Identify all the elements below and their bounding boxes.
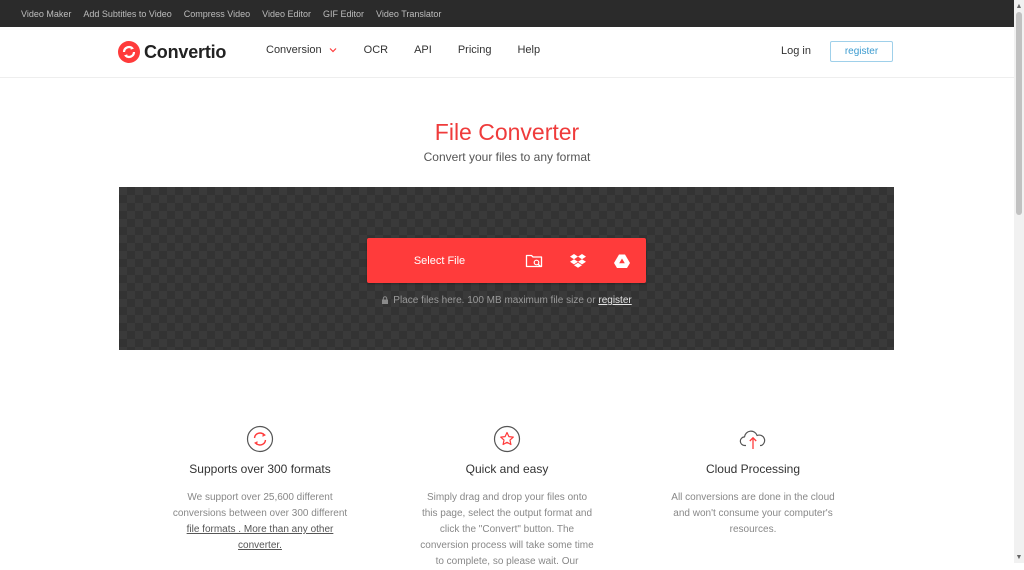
feature-quick-text: Simply drag and drop your files onto thi… xyxy=(420,492,594,567)
main-nav: Conversion OCR API Pricing Help xyxy=(266,44,566,56)
topbar-link-video-editor[interactable]: Video Editor xyxy=(262,9,311,19)
dropbox-icon xyxy=(570,253,586,268)
scroll-down-icon[interactable]: ▼ xyxy=(1014,552,1024,562)
nav-conversion-label: Conversion xyxy=(266,44,322,56)
scrollbar-thumb[interactable] xyxy=(1016,12,1022,215)
logo-text: Convertio xyxy=(144,41,227,62)
nav-pricing[interactable]: Pricing xyxy=(458,44,492,56)
feature-cloud-title: Cloud Processing xyxy=(705,462,801,476)
cloud-upload-icon xyxy=(739,430,766,449)
scroll-up-icon[interactable]: ▲ xyxy=(1014,1,1024,11)
login-link[interactable]: Log in xyxy=(781,45,811,57)
nav-help[interactable]: Help xyxy=(517,44,540,56)
refresh-icon xyxy=(246,425,274,453)
folder-search-icon xyxy=(525,254,543,267)
feature-formats: Supports over 300 formats We support ove… xyxy=(160,425,360,554)
feature-cloud-text: All conversions are done in the cloud an… xyxy=(671,492,835,535)
file-drop-zone[interactable]: Select File Place files here. 100 MB max… xyxy=(119,187,894,350)
convertio-logo-icon xyxy=(118,41,140,63)
from-computer-button[interactable] xyxy=(512,238,556,283)
convertio-logo[interactable]: Convertio xyxy=(118,41,226,63)
topbar-link-compress-video[interactable]: Compress Video xyxy=(184,9,250,19)
feature-formats-text-a: We support over 25,600 different convers… xyxy=(172,492,348,519)
feature-cloud: Cloud Processing All conversions are don… xyxy=(653,425,853,538)
file-source-bar: Select File xyxy=(367,238,646,283)
select-file-button[interactable]: Select File xyxy=(367,255,512,267)
topbar-link-add-subtitles[interactable]: Add Subtitles to Video xyxy=(83,9,171,19)
upload-register-link[interactable]: register xyxy=(598,295,631,306)
feature-quick-title: Quick and easy xyxy=(465,462,549,476)
nav-api[interactable]: API xyxy=(414,44,432,56)
chevron-down-icon xyxy=(329,48,337,53)
page-scrollbar[interactable]: ▲ ▼ xyxy=(1014,0,1024,563)
register-button[interactable]: register xyxy=(830,41,893,62)
feature-formats-text: We support over 25,600 different convers… xyxy=(172,490,348,554)
topbar-link-video-translator[interactable]: Video Translator xyxy=(376,9,441,19)
upload-hint: Place files here. 100 MB maximum file si… xyxy=(119,295,894,306)
topbar-link-gif-editor[interactable]: GIF Editor xyxy=(323,9,364,19)
upload-hint-text: Place files here. 100 MB maximum file si… xyxy=(393,295,596,306)
google-drive-icon xyxy=(614,254,630,268)
file-formats-link[interactable]: file formats . More than any other conve… xyxy=(187,524,334,551)
feature-formats-title: Supports over 300 formats xyxy=(189,462,331,476)
site-header: Convertio Conversion OCR API Pricing Hel… xyxy=(0,27,1014,78)
star-icon xyxy=(493,425,521,453)
from-dropbox-button[interactable] xyxy=(556,238,600,283)
lock-icon xyxy=(382,296,389,304)
nav-conversion[interactable]: Conversion xyxy=(266,44,338,56)
top-links-bar: Video Maker Add Subtitles to Video Compr… xyxy=(0,0,1014,27)
from-google-drive-button[interactable] xyxy=(600,238,644,283)
nav-ocr[interactable]: OCR xyxy=(364,44,388,56)
topbar-link-video-maker[interactable]: Video Maker xyxy=(21,9,71,19)
page-title: File Converter xyxy=(434,119,580,145)
page-subtitle: Convert your files to any format xyxy=(423,150,591,164)
feature-quick: Quick and easy Simply drag and drop your… xyxy=(407,425,607,570)
